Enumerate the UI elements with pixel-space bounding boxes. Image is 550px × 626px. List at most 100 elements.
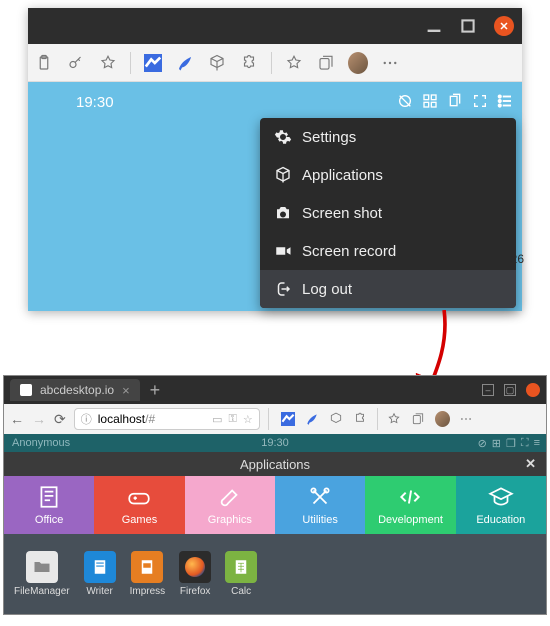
separator — [130, 52, 131, 74]
app-impress[interactable]: Impress — [130, 551, 166, 597]
menu-screenshot[interactable]: Screen shot — [260, 194, 516, 232]
tab-title: abcdesktop.io — [40, 383, 114, 397]
close-button[interactable] — [494, 16, 514, 36]
site-info-icon[interactable]: ⓘ — [81, 411, 92, 427]
menu-settings[interactable]: Settings — [260, 118, 516, 156]
app-label: Writer — [86, 586, 112, 597]
gamepad-icon — [126, 484, 152, 510]
menu-applications[interactable]: Applications — [260, 156, 516, 194]
category-development[interactable]: Development — [365, 476, 455, 534]
url-input[interactable]: ⓘ localhost/# ▭ ⚿ ☆ — [74, 408, 260, 430]
category-education[interactable]: Education — [456, 476, 546, 534]
maximize-button[interactable] — [460, 18, 476, 34]
dock-fullscreen-icon[interactable]: ⛶ — [521, 437, 529, 450]
puzzle-icon[interactable] — [239, 53, 259, 73]
writer-icon — [84, 551, 116, 583]
dock-menu-icon[interactable] — [496, 92, 514, 110]
window-titlebar — [28, 8, 522, 44]
category-graphics[interactable]: Graphics — [185, 476, 275, 534]
app-label: Firefox — [180, 586, 211, 597]
user-label: Anonymous — [12, 437, 70, 449]
star-icon[interactable] — [387, 412, 402, 427]
bottom-window: abcdesktop.io × + – ▢ ← → ⟳ ⓘ localhost/… — [3, 375, 547, 615]
dock-network-icon[interactable] — [396, 92, 414, 110]
forward-button[interactable]: → — [32, 411, 46, 427]
key-icon[interactable] — [66, 53, 86, 73]
category-office[interactable]: Office — [4, 476, 94, 534]
close-button[interactable] — [526, 383, 540, 397]
logout-icon — [274, 280, 292, 298]
top-window: 19:30 Settings Applications Screen shot — [28, 8, 522, 311]
menu-screenrecord[interactable]: Screen record — [260, 232, 516, 270]
dock-copy-icon[interactable] — [446, 92, 464, 110]
app-calc[interactable]: Calc — [225, 551, 257, 597]
impress-icon — [131, 551, 163, 583]
puzzle-icon[interactable] — [353, 412, 368, 427]
category-games[interactable]: Games — [94, 476, 184, 534]
menu-item-label: Screen shot — [302, 205, 382, 222]
star-add-icon[interactable] — [98, 53, 118, 73]
applications-title: Applications — [240, 457, 310, 472]
tab-close-icon[interactable]: × — [122, 383, 130, 398]
star-icon[interactable] — [284, 53, 304, 73]
dock-grid-icon[interactable]: ⊞ — [492, 437, 501, 450]
minimize-button[interactable]: – — [482, 384, 494, 396]
remote-desktop-bar: Anonymous 19:30 ⊘ ⊞ ❐ ⛶ ≡ — [4, 434, 546, 452]
more-icon[interactable] — [459, 412, 474, 427]
avatar[interactable] — [435, 412, 450, 427]
app-icon-1[interactable] — [281, 412, 296, 427]
app-label: FileManager — [14, 586, 70, 597]
star-icon[interactable]: ☆ — [243, 413, 253, 426]
dock-grid-icon[interactable] — [421, 92, 439, 110]
app-firefox[interactable]: Firefox — [179, 551, 211, 597]
dock-menu-icon[interactable]: ≡ — [534, 437, 540, 450]
document-icon — [36, 484, 62, 510]
category-label: Education — [476, 514, 525, 526]
feather-icon[interactable] — [305, 412, 320, 427]
category-label: Development — [378, 514, 443, 526]
app-filemanager[interactable]: FileManager — [14, 551, 70, 597]
remote-desktop: 19:30 Settings Applications Screen shot — [28, 82, 522, 311]
applications-close-icon[interactable]: ✕ — [525, 456, 536, 472]
more-icon[interactable] — [380, 53, 400, 73]
menu-item-label: Screen record — [302, 243, 396, 260]
menu-item-label: Applications — [302, 167, 383, 184]
tab-strip: abcdesktop.io × + – ▢ — [4, 376, 546, 404]
app-grid: FileManager Writer Impress Firefox Calc — [4, 534, 546, 614]
app-icon-1[interactable] — [143, 53, 163, 73]
browser-toolbar — [28, 44, 522, 82]
collections-icon[interactable] — [411, 412, 426, 427]
graduation-icon — [488, 484, 514, 510]
app-label: Calc — [231, 586, 251, 597]
desktop-clock: 19:30 — [261, 437, 289, 449]
minimize-button[interactable] — [426, 18, 442, 34]
clipboard-icon[interactable]: ▭ — [212, 413, 222, 426]
category-utilities[interactable]: Utilities — [275, 476, 365, 534]
box-icon[interactable] — [207, 53, 227, 73]
box-icon[interactable] — [329, 412, 344, 427]
new-tab-button[interactable]: + — [150, 380, 161, 401]
menu-logout[interactable]: Log out — [260, 270, 516, 308]
camera-icon — [274, 204, 292, 222]
separator — [268, 408, 269, 430]
reload-button[interactable]: ⟳ — [54, 411, 66, 428]
dock-fullscreen-icon[interactable] — [471, 92, 489, 110]
feather-icon[interactable] — [175, 53, 195, 73]
clipboard-icon[interactable] — [34, 53, 54, 73]
dock-copy-icon[interactable]: ❐ — [506, 437, 516, 450]
collections-icon[interactable] — [316, 53, 336, 73]
cutoff-text: 26 — [511, 252, 524, 266]
browser-tab[interactable]: abcdesktop.io × — [10, 379, 140, 401]
category-label: Office — [35, 514, 64, 526]
dock-icons — [396, 92, 514, 110]
firefox-icon — [179, 551, 211, 583]
back-button[interactable]: ← — [10, 411, 24, 427]
dock-network-icon[interactable]: ⊘ — [478, 437, 487, 450]
avatar[interactable] — [348, 53, 368, 73]
app-writer[interactable]: Writer — [84, 551, 116, 597]
maximize-button[interactable]: ▢ — [504, 384, 516, 396]
category-label: Games — [122, 514, 157, 526]
key-icon[interactable]: ⚿ — [228, 413, 236, 426]
separator — [377, 408, 378, 430]
app-label: Impress — [130, 586, 166, 597]
